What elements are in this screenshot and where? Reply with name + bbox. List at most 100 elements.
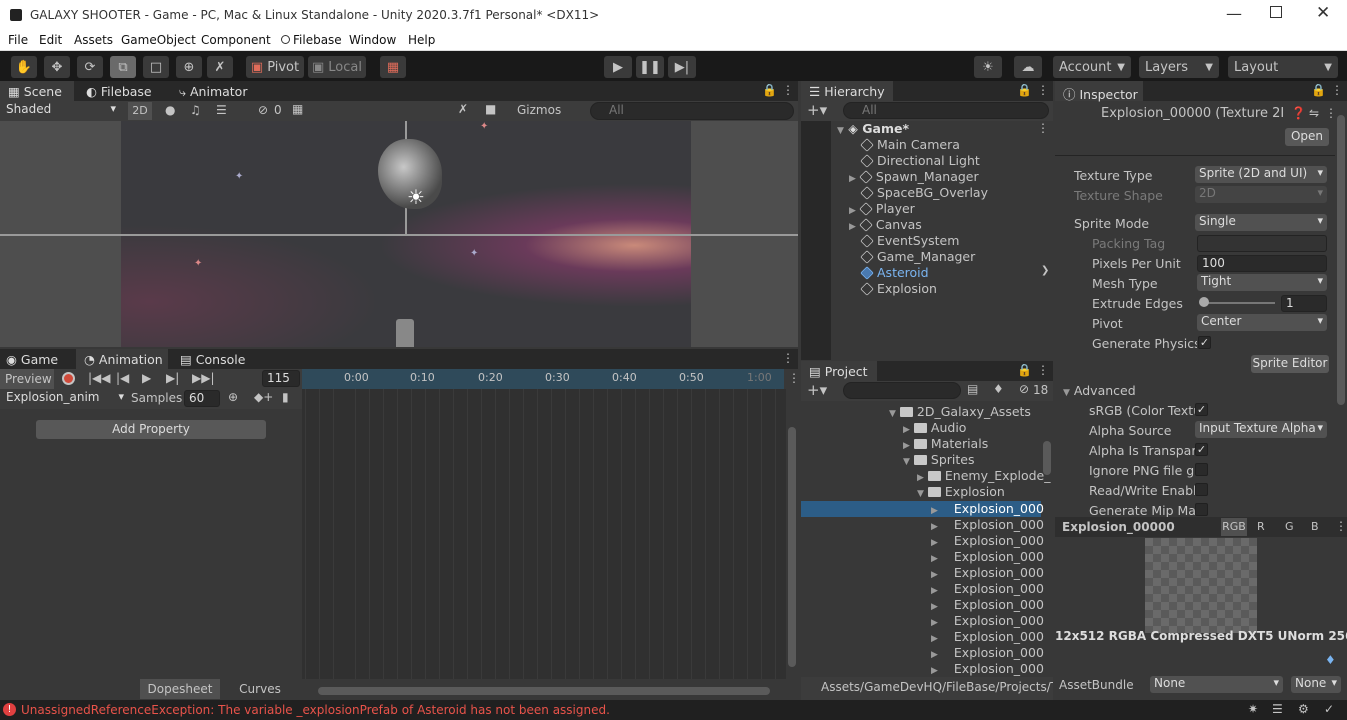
folder-item[interactable]: ▼ 2D_Galaxy_Assets: [889, 404, 1031, 419]
ignore-png-gamma-checkbox[interactable]: [1195, 463, 1208, 476]
gizmos-dropdown[interactable]: Gizmos: [517, 103, 561, 117]
advanced-foldout[interactable]: ▼ Advanced: [1063, 383, 1136, 398]
collab-icon[interactable]: ☀: [974, 56, 1002, 78]
hierarchy-item[interactable]: ▶ Canvas: [849, 217, 922, 232]
more-icon[interactable]: ⋮: [1331, 83, 1343, 97]
tab-filebase[interactable]: ◐ Filebase: [86, 81, 152, 101]
step-button[interactable]: ▶|: [668, 56, 696, 78]
scene-root[interactable]: ▼ ◈ Game*: [837, 121, 909, 136]
grid-snap-icon[interactable]: ▦: [380, 56, 406, 78]
tag-icon[interactable]: ♦: [1325, 653, 1336, 667]
sprite-file[interactable]: ▶ Explosion_000: [931, 597, 1044, 612]
lock-icon[interactable]: 🔒: [1017, 363, 1032, 377]
alpha-source-dropdown[interactable]: Input Texture Alpha: [1195, 421, 1327, 438]
filter-type-icon[interactable]: ▤: [967, 382, 978, 396]
channel-g[interactable]: G: [1285, 520, 1294, 533]
sprite-file[interactable]: ▶ Explosion_000: [931, 613, 1044, 628]
samples-input[interactable]: 60: [184, 390, 220, 407]
hierarchy-item[interactable]: SpaceBG_Overlay: [860, 185, 988, 200]
mip-maps-checkbox[interactable]: [1195, 503, 1208, 516]
dopesheet-area[interactable]: [302, 389, 786, 679]
assetbundle-dropdown[interactable]: None: [1150, 676, 1283, 693]
channel-b[interactable]: B: [1311, 520, 1319, 533]
add-keyframe-icon[interactable]: ⊕: [228, 390, 238, 404]
sprite-file[interactable]: ▶ Explosion_000: [931, 517, 1044, 532]
horizontal-scrollbar[interactable]: [318, 687, 770, 695]
rect-tool-icon[interactable]: □: [143, 56, 169, 78]
tab-console[interactable]: ▤ Console: [180, 349, 245, 369]
hierarchy-item[interactable]: Directional Light: [860, 153, 980, 168]
open-button[interactable]: Open: [1285, 128, 1329, 146]
next-key-button[interactable]: ▶|: [166, 371, 179, 385]
status-ok-icon[interactable]: ✓: [1324, 702, 1334, 716]
prev-key-button[interactable]: |◀: [116, 371, 129, 385]
cloud-icon[interactable]: ☁: [1014, 56, 1042, 78]
read-write-checkbox[interactable]: [1195, 483, 1208, 496]
hidden-packages-icon[interactable]: ⊘: [1019, 382, 1029, 396]
sprite-file[interactable]: ▶ Explosion_000: [931, 629, 1044, 644]
tab-game[interactable]: ◉ Game: [6, 349, 58, 369]
tab-hierarchy[interactable]: ☰ Hierarchy: [801, 81, 893, 101]
pause-button[interactable]: ❚❚: [636, 56, 664, 78]
menu-component[interactable]: Component: [201, 33, 271, 47]
folder-item[interactable]: ▼ Sprites: [903, 452, 975, 467]
hand-tool-icon[interactable]: ✋: [11, 56, 37, 78]
chevron-right-icon[interactable]: ❯: [1041, 265, 1049, 276]
more-icon[interactable]: ⋮: [782, 83, 794, 97]
pixels-per-unit-input[interactable]: 100: [1197, 255, 1327, 272]
more-icon[interactable]: ⋮: [788, 371, 800, 385]
minimize-icon[interactable]: —: [1226, 4, 1242, 23]
add-icon[interactable]: +▾: [807, 381, 827, 399]
tab-project[interactable]: ▤ Project: [801, 361, 877, 381]
generate-physics-checkbox[interactable]: ✓: [1198, 336, 1211, 349]
project-scrollbar[interactable]: [1043, 441, 1051, 475]
sprite-mode-dropdown[interactable]: Single: [1195, 214, 1327, 231]
hierarchy-item[interactable]: Game_Manager: [860, 249, 975, 264]
vertical-scrollbar[interactable]: [788, 427, 796, 667]
grid-icon[interactable]: ▦: [292, 102, 303, 116]
transform-tool-icon[interactable]: ⊕: [176, 56, 202, 78]
visibility-icon[interactable]: ⊘: [258, 103, 268, 117]
sprite-editor-button[interactable]: Sprite Editor: [1251, 355, 1329, 373]
light-gizmo-icon[interactable]: ☀: [407, 185, 425, 209]
hierarchy-item[interactable]: ▶ Player: [849, 201, 915, 216]
hierarchy-item[interactable]: Main Camera: [860, 137, 960, 152]
play-anim-button[interactable]: ▶: [142, 371, 151, 385]
lock-icon[interactable]: 🔒: [1311, 83, 1326, 97]
hierarchy-item-prefab[interactable]: Asteroid: [860, 265, 929, 280]
scale-tool-icon[interactable]: ⧉: [110, 56, 136, 78]
account-dropdown[interactable]: Account ▼: [1053, 56, 1131, 78]
last-key-button[interactable]: ▶▶|: [192, 371, 215, 385]
extrude-edges-input[interactable]: 1: [1281, 295, 1327, 312]
tab-animation[interactable]: ◔ Animation: [76, 349, 168, 369]
hierarchy-search-input[interactable]: All: [843, 102, 1049, 119]
menu-filebase[interactable]: Filebase: [293, 33, 342, 47]
sprite-file[interactable]: ▶ Explosion_000: [931, 549, 1044, 564]
folder-item[interactable]: ▶ Audio: [903, 420, 966, 435]
hierarchy-item[interactable]: ▶ Spawn_Manager: [849, 169, 979, 184]
add-icon[interactable]: +▾: [807, 101, 827, 119]
add-event-icon[interactable]: ◆+: [254, 390, 273, 404]
inspector-scrollbar[interactable]: [1337, 115, 1345, 405]
more-icon[interactable]: ⋮: [1037, 363, 1049, 377]
more-icon[interactable]: ⋮: [1037, 83, 1049, 97]
frame-input[interactable]: 115: [262, 370, 300, 387]
cache-icon[interactable]: ☰: [1272, 702, 1283, 716]
srgb-checkbox[interactable]: ✓: [1195, 403, 1208, 416]
first-key-button[interactable]: |◀◀: [88, 371, 111, 385]
hierarchy-item[interactable]: Explosion: [860, 281, 937, 296]
settings-icon[interactable]: ⇋: [1309, 106, 1319, 120]
debugger-icon[interactable]: ✷: [1248, 702, 1258, 716]
project-search-input[interactable]: [843, 382, 961, 399]
add-property-button[interactable]: Add Property: [36, 420, 266, 439]
more-icon[interactable]: ⋮: [782, 351, 794, 365]
curves-tab[interactable]: Curves: [222, 679, 298, 699]
slider-thumb[interactable]: [1199, 297, 1209, 307]
scene-view[interactable]: ☀ ✦ ✦ ✦ ✦: [0, 121, 798, 347]
channel-rgb[interactable]: RGB: [1221, 518, 1247, 536]
shading-dropdown[interactable]: Shaded: [2, 102, 120, 119]
player-sprite[interactable]: [396, 319, 414, 347]
extrude-edges-slider[interactable]: [1201, 302, 1275, 304]
bake-icon[interactable]: ⚙: [1298, 702, 1309, 716]
lighting-icon[interactable]: ●: [165, 103, 175, 117]
